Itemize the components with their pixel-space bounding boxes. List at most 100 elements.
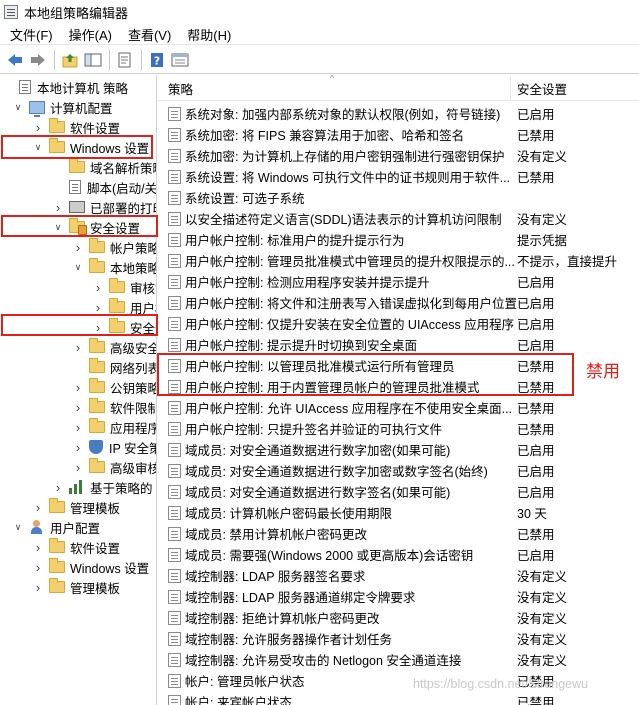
policy-row[interactable]: 域成员: 计算机帐户密码最长使用期限 30 天 <box>158 502 639 523</box>
policy-row[interactable]: 域控制器: 拒绝计算机帐户密码更改 没有定义 <box>158 607 639 628</box>
policy-row[interactable]: 域控制器: 允许服务器操作者计划任务 没有定义 <box>158 628 639 649</box>
folder-icon <box>89 458 105 473</box>
export-list-icon[interactable] <box>114 49 136 71</box>
policy-row[interactable]: 用户帐户控制: 将文件和注册表写入错误虚拟化到每用户位置 已启用 <box>158 292 639 313</box>
menu-file[interactable]: 文件(F) <box>2 25 61 44</box>
collapse-chevron-icon[interactable]: ∨ <box>13 522 23 532</box>
tree-item[interactable]: 域名解析策略 <box>53 157 156 177</box>
tree-item[interactable]: › 安全选项 <box>93 317 156 337</box>
policy-row[interactable]: 帐户: 来宾帐户状态 已禁用 <box>158 691 639 705</box>
tree-item[interactable]: › 已部署的打印机 <box>53 197 156 217</box>
help-icon[interactable]: ? <box>146 49 168 71</box>
collapse-chevron-icon[interactable]: ∨ <box>53 222 63 232</box>
policy-row[interactable]: 域控制器: LDAP 服务器签名要求 没有定义 <box>158 565 639 586</box>
expand-chevron-icon[interactable]: › <box>33 580 43 595</box>
user-icon <box>29 520 45 534</box>
policy-name: 用户帐户控制: 检测应用程序安装并提示提升 <box>185 276 430 290</box>
policy-setting: 已启用 <box>517 465 555 479</box>
policy-row[interactable]: 用户帐户控制: 允许 UIAccess 应用程序在不使用安全桌面... 已禁用 <box>158 397 639 418</box>
tree-item[interactable]: › 审核策略 <box>93 277 156 297</box>
forward-arrow-icon[interactable] <box>27 49 49 71</box>
menu-help[interactable]: 帮助(H) <box>179 25 239 44</box>
policy-row[interactable]: 用户帐户控制: 提示提升时切换到安全桌面 已启用 <box>158 334 639 355</box>
tree-item[interactable]: ∨ 安全设置 <box>53 217 140 237</box>
expand-chevron-icon[interactable]: › <box>53 480 63 495</box>
column-header-policy[interactable]: 策略 <box>168 75 193 101</box>
policy-name: 系统对象: 加强内部系统对象的默认权限(例如，符号链接) <box>185 108 501 122</box>
policy-row[interactable]: 域控制器: 允许易受攻击的 Netlogon 安全通道连接 没有定义 <box>158 649 639 670</box>
tree-item[interactable]: › 管理模板 <box>33 577 120 597</box>
back-arrow-icon[interactable] <box>4 49 26 71</box>
up-folder-icon[interactable] <box>59 49 81 71</box>
tree-item[interactable]: 网络列表管理器策略 <box>73 357 156 377</box>
policy-row[interactable]: 域成员: 禁用计算机帐户密码更改 已禁用 <box>158 523 639 544</box>
menu-action[interactable]: 操作(A) <box>61 25 120 44</box>
tree-item[interactable]: 本地计算机 策略 <box>3 77 128 97</box>
tree-item[interactable]: › 软件限制策略 <box>73 397 156 417</box>
policy-name: 帐户: 来宾帐户状态 <box>185 696 292 705</box>
expand-chevron-icon[interactable]: › <box>73 240 83 255</box>
tree-item[interactable]: › 管理模板 <box>33 497 120 517</box>
collapse-chevron-icon[interactable]: ∨ <box>73 262 83 272</box>
tree-item[interactable]: › IP 安全策略 <box>73 437 156 457</box>
expand-chevron-icon[interactable]: › <box>93 300 103 315</box>
tree-item[interactable]: ∨ 本地策略 <box>73 257 156 277</box>
expand-chevron-icon[interactable]: › <box>93 280 103 295</box>
policy-row[interactable]: 系统设置: 将 Windows 可执行文件中的证书规则用于软件... 已禁用 <box>158 166 639 187</box>
console-view-icon[interactable] <box>169 49 191 71</box>
tree-item[interactable]: › 公钥策略 <box>73 377 156 397</box>
expand-chevron-icon[interactable]: › <box>73 440 83 455</box>
column-divider[interactable] <box>510 77 511 99</box>
tree-item[interactable]: › 软件设置 <box>33 537 120 557</box>
expand-chevron-icon[interactable]: › <box>73 460 83 475</box>
tree-item[interactable]: › 高级审核策略配置 <box>73 457 156 477</box>
policy-row[interactable]: 用户帐户控制: 只提升签名并验证的可执行文件 已禁用 <box>158 418 639 439</box>
expand-chevron-icon[interactable]: › <box>33 500 43 515</box>
policy-row[interactable]: 域成员: 需要强(Windows 2000 或更高版本)会话密钥 已启用 <box>158 544 639 565</box>
menu-view[interactable]: 查看(V) <box>120 25 179 44</box>
policy-name: 用户帐户控制: 将文件和注册表写入错误虚拟化到每用户位置 <box>185 297 517 311</box>
expand-chevron-icon[interactable]: › <box>93 320 103 335</box>
expand-chevron-icon[interactable]: › <box>73 400 83 415</box>
expand-chevron-icon[interactable]: › <box>73 380 83 395</box>
expand-chevron-icon[interactable]: › <box>73 420 83 435</box>
tree-item[interactable]: 脚本(启动/关机) <box>53 177 156 197</box>
watermark: https://blog.csdn.net/Strangewu <box>413 677 589 691</box>
policy-row[interactable]: 系统设置: 可选子系统 <box>158 187 639 208</box>
policy-setting: 提示凭据 <box>517 234 568 248</box>
policy-row[interactable]: 域成员: 对安全通道数据进行数字加密(如果可能) 已启用 <box>158 439 639 460</box>
policy-row[interactable]: 用户帐户控制: 仅提升安装在安全位置的 UIAccess 应用程序 已启用 <box>158 313 639 334</box>
tree-item[interactable]: › Windows 设置 <box>33 557 149 577</box>
tree-item[interactable]: ∨ 计算机配置 <box>13 97 113 117</box>
expand-chevron-icon[interactable]: › <box>33 120 43 135</box>
show-hide-tree-icon[interactable] <box>82 49 104 71</box>
policy-row[interactable]: 系统加密: 将 FIPS 兼容算法用于加密、哈希和签名 已禁用 <box>158 124 639 145</box>
tree-item[interactable]: › 软件设置 <box>33 117 120 137</box>
policy-row[interactable]: 域成员: 对安全通道数据进行数字签名(如果可能) 已启用 <box>158 481 639 502</box>
policy-row[interactable]: 用户帐户控制: 用于内置管理员帐户的管理员批准模式 已禁用 <box>158 376 639 397</box>
policy-row[interactable]: 用户帐户控制: 以管理员批准模式运行所有管理员 已禁用 <box>158 355 639 376</box>
menu-bar: 文件(F) 操作(A) 查看(V) 帮助(H) <box>0 24 639 45</box>
expand-chevron-icon[interactable]: › <box>73 340 83 355</box>
policy-row[interactable]: 用户帐户控制: 管理员批准模式中管理员的提升权限提示的... 不提示，直接提升 <box>158 250 639 271</box>
column-header-setting[interactable]: 安全设置 <box>517 75 567 101</box>
expand-chevron-icon[interactable]: › <box>33 540 43 555</box>
collapse-chevron-icon[interactable]: ∨ <box>13 102 23 112</box>
tree-item[interactable]: › 帐户策略 <box>73 237 156 257</box>
policy-row[interactable]: 域控制器: LDAP 服务器通道绑定令牌要求 没有定义 <box>158 586 639 607</box>
tree-item[interactable]: › 应用程序控制策略 <box>73 417 156 437</box>
tree-item[interactable]: ∨ Windows 设置 <box>33 137 149 157</box>
collapse-chevron-icon[interactable]: ∨ <box>33 142 43 152</box>
policy-row[interactable]: 以安全描述符定义语言(SDDL)语法表示的计算机访问限制 没有定义 <box>158 208 639 229</box>
policy-row[interactable]: 系统对象: 加强内部系统对象的默认权限(例如，符号链接) 已启用 <box>158 103 639 124</box>
tree-item[interactable]: › 基于策略的 QoS <box>53 477 156 497</box>
policy-row[interactable]: 用户帐户控制: 标准用户的提升提示行为 提示凭据 <box>158 229 639 250</box>
tree-item[interactable]: › 高级安全 Windows Defender 防火墙 <box>73 337 156 357</box>
policy-row[interactable]: 系统加密: 为计算机上存储的用户密钥强制进行强密钥保护 没有定义 <box>158 145 639 166</box>
expand-chevron-icon[interactable]: › <box>53 200 63 215</box>
policy-row[interactable]: 用户帐户控制: 检测应用程序安装并提示提升 已启用 <box>158 271 639 292</box>
tree-item[interactable]: ∨ 用户配置 <box>13 517 100 537</box>
tree-item[interactable]: › 用户权限分配 <box>93 297 156 317</box>
expand-chevron-icon[interactable]: › <box>33 560 43 575</box>
policy-row[interactable]: 域成员: 对安全通道数据进行数字加密或数字签名(始终) 已启用 <box>158 460 639 481</box>
